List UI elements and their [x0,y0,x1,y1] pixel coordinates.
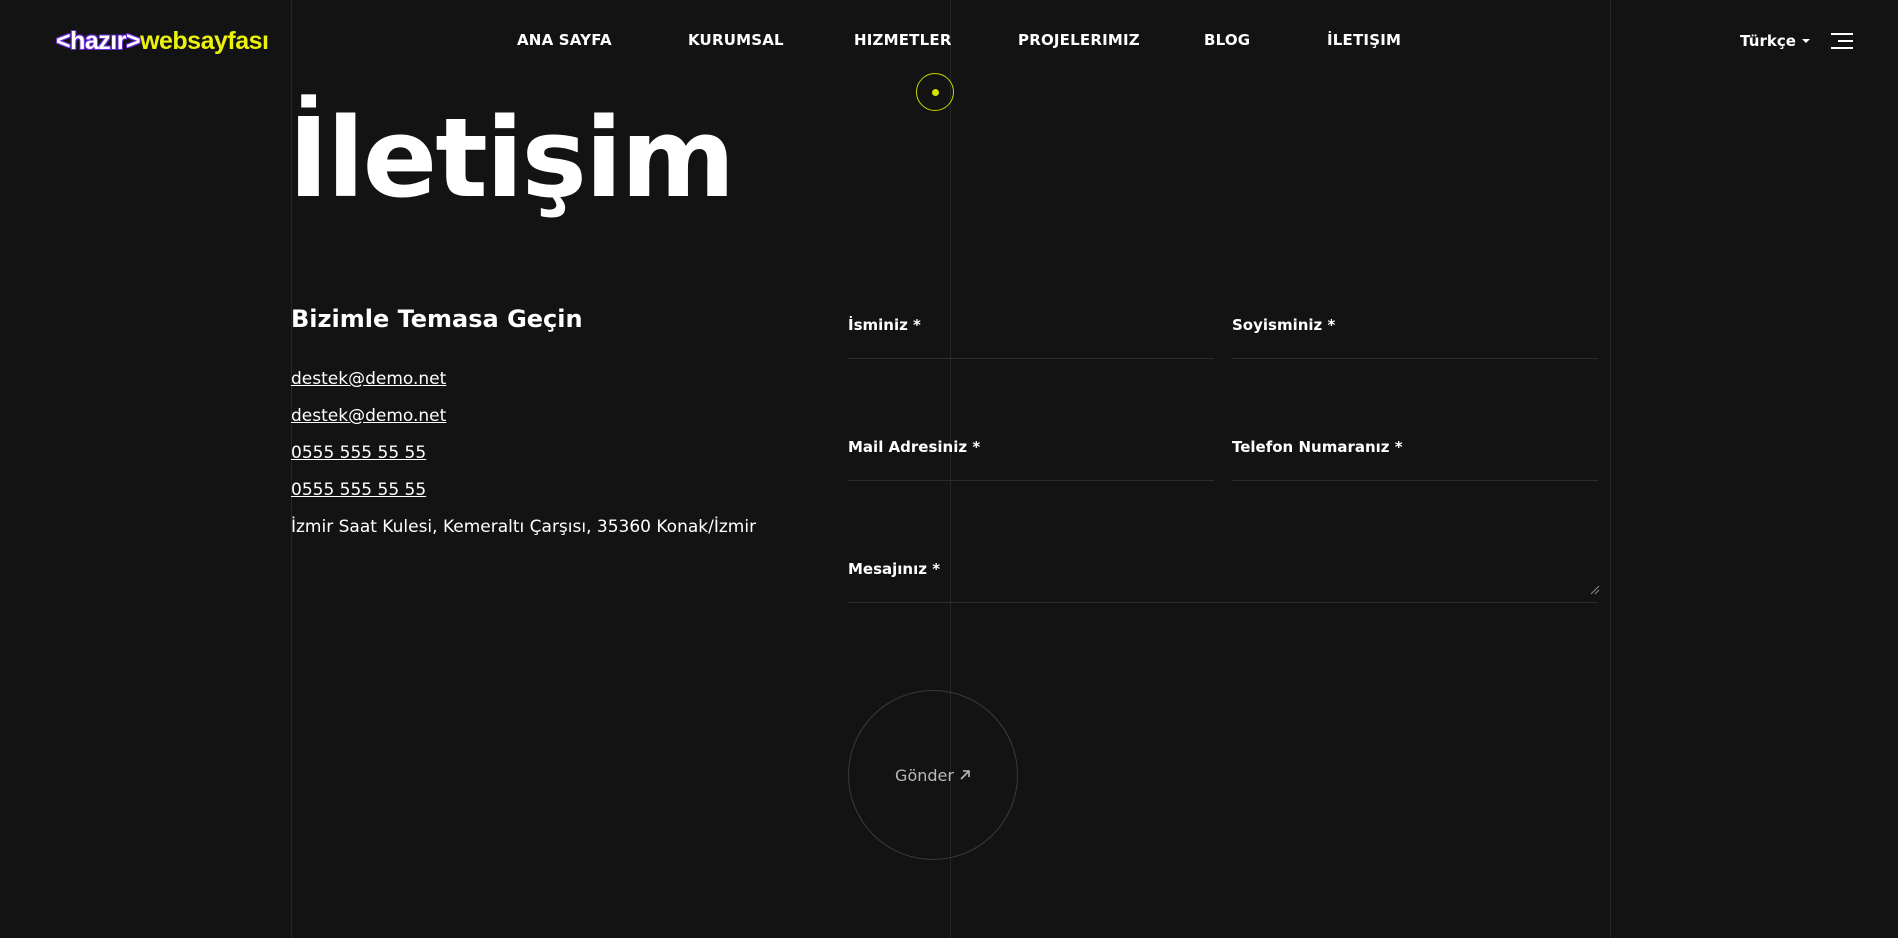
message-label: Mesajınız * [848,560,941,578]
nav-item-blog[interactable]: BLOG [1204,31,1250,49]
last-name-field[interactable]: Soyisminiz * [1232,316,1598,359]
first-name-field[interactable]: İsminiz * [848,316,1214,359]
language-selector[interactable]: Türkçe [1740,32,1810,50]
menu-icon[interactable] [1831,33,1853,51]
nav-item-hizmetler[interactable]: HIZMETLER [854,31,952,49]
message-underline [848,602,1598,603]
language-label: Türkçe [1740,32,1796,50]
nav-item-iletisim[interactable]: İLETIŞIM [1327,31,1401,49]
email-underline [848,480,1214,481]
first-name-underline [848,358,1214,359]
cursor-dot [932,89,939,96]
nav-item-projelerimiz[interactable]: PROJELERIMIZ [1018,31,1140,49]
phone-underline [1232,480,1598,481]
phone-link[interactable]: 0555 555 55 55 [291,479,756,516]
phone-link[interactable]: 0555 555 55 55 [291,442,756,479]
resize-handle-icon[interactable] [1590,585,1600,595]
arrow-up-right-icon [960,770,970,780]
phone-field[interactable]: Telefon Numaranız * [1232,438,1598,481]
email-field[interactable]: Mail Adresiniz * [848,438,1214,481]
page-title: İletişim [288,94,735,222]
nav-item-ana-sayfa[interactable]: ANA SAYFA [517,31,612,49]
email-label: Mail Adresiniz * [848,438,981,456]
send-label: Gönder [895,765,954,785]
nav-item-kurumsal[interactable]: KURUMSAL [688,31,784,49]
email-link[interactable]: destek@demo.net [291,405,756,442]
caret-down-icon [1801,39,1810,43]
contact-heading: Bizimle Temasa Geçin [291,305,583,333]
last-name-label: Soyisminiz * [1232,316,1336,334]
main-nav: ANA SAYFA KURUMSAL HIZMETLER PROJELERIMI… [0,31,1898,53]
contact-list: destek@demo.net destek@demo.net 0555 555… [291,368,756,553]
grid-line [1610,0,1611,938]
address-text: İzmir Saat Kulesi, Kemeraltı Çarşısı, 35… [291,517,757,537]
send-button[interactable]: Gönder [848,690,1018,860]
phone-label: Telefon Numaranız * [1232,438,1403,456]
last-name-underline [1232,358,1598,359]
email-link[interactable]: destek@demo.net [291,368,756,405]
first-name-label: İsminiz * [848,316,921,334]
message-field[interactable]: Mesajınız * [848,560,1598,603]
